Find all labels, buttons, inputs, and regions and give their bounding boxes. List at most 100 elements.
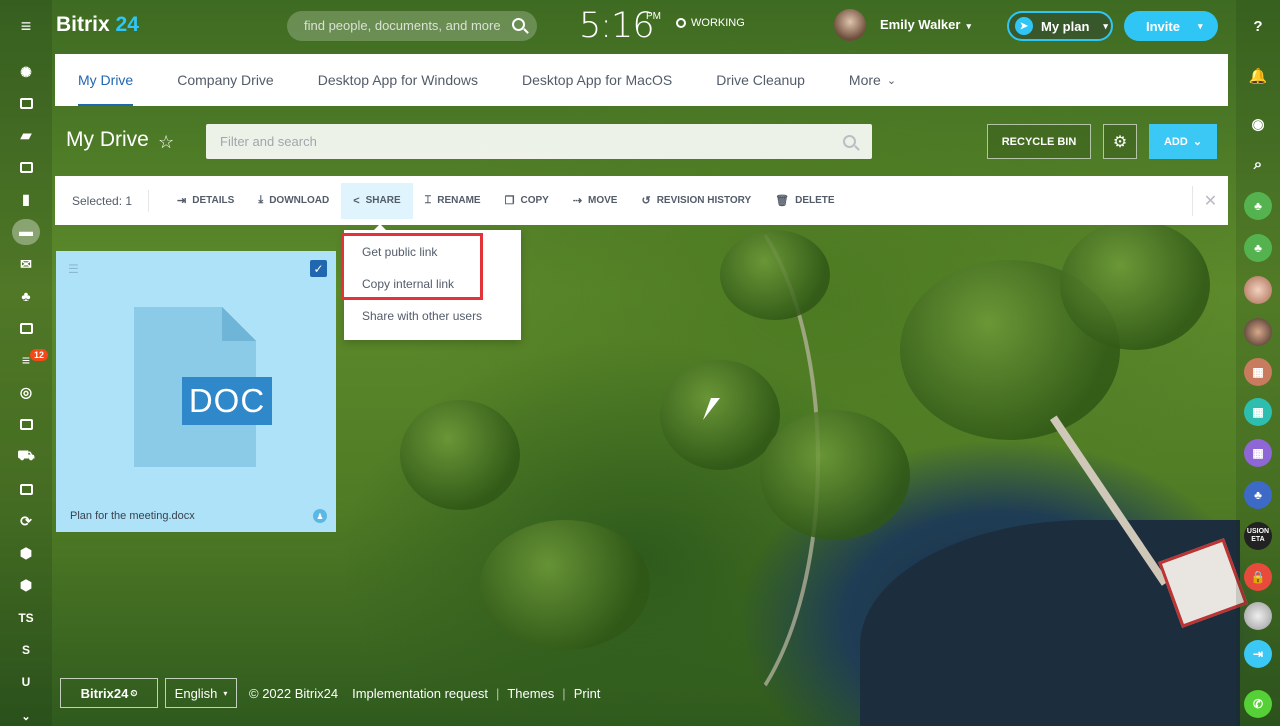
details-icon: ⇥ — [177, 195, 187, 207]
sync-icon[interactable]: ⟳ — [14, 509, 38, 533]
bitrix-logo[interactable]: Bitrix 24 — [56, 13, 139, 37]
file-tile[interactable]: ☰ ✓ DOC Plan for the meeting.docx ♟ — [56, 251, 336, 532]
bell-icon[interactable]: 🔔 — [1244, 62, 1272, 90]
user-avatar[interactable] — [834, 9, 866, 41]
search-icon[interactable] — [512, 18, 525, 31]
filter-search-input[interactable]: Filter and search — [206, 124, 872, 159]
rename-button[interactable]: ⌶ RENAME — [413, 183, 493, 219]
tasks-icon[interactable] — [14, 91, 38, 115]
phone-icon[interactable]: ✆ — [1244, 690, 1272, 718]
search-icon[interactable] — [843, 135, 856, 148]
notification-badge: 12 — [30, 349, 49, 361]
menu-item-share-with-users[interactable]: Share with other users — [344, 300, 521, 332]
feed-icon[interactable]: ✺ — [14, 60, 38, 84]
selected-count: Selected: 1 — [72, 189, 150, 212]
footer-separator: | — [562, 685, 566, 701]
star-icon[interactable]: ☆ — [158, 132, 174, 153]
status-dot-icon — [676, 18, 686, 28]
my-plan-button[interactable]: ➤ My plan ▾ — [1007, 11, 1113, 41]
groups-icon[interactable]: ♣ — [14, 284, 38, 308]
language-select[interactable]: English ▾ — [165, 678, 237, 708]
group-chat-icon[interactable]: ♣ — [1244, 234, 1272, 262]
recycle-bin-button[interactable]: RECYCLE BIN — [987, 124, 1091, 159]
rail-item-u[interactable]: U — [14, 670, 38, 694]
search-icon[interactable]: ⌕ — [1244, 150, 1272, 178]
calendar-chat-icon[interactable]: ▦ — [1244, 398, 1272, 426]
chat-icon[interactable]: ▰ — [14, 123, 38, 147]
invite-button[interactable]: Invite ▾ — [1124, 11, 1218, 41]
package-icon[interactable]: ⬢ — [14, 573, 38, 597]
download-button[interactable]: ⤓ DOWNLOAD — [246, 183, 341, 219]
move-icon: ⇢ — [572, 195, 583, 207]
details-button[interactable]: ⇥ DETAILS — [165, 183, 246, 219]
global-search-input[interactable]: find people, documents, and more — [287, 11, 537, 41]
footer-separator: | — [495, 685, 500, 701]
drive-tabs: My Drive Company Drive Desktop App for W… — [55, 54, 1228, 106]
selection-action-bar: Selected: 1 ⇥ DETAILS ⤓ DOWNLOAD < SHARE ⌶ R… — [55, 176, 1228, 225]
target-icon[interactable]: ◎ — [14, 380, 38, 404]
chevron-down-icon[interactable]: ⌄ — [14, 704, 38, 726]
contact-avatar[interactable] — [1244, 318, 1272, 346]
tab-drive-cleanup[interactable]: Drive Cleanup — [716, 54, 805, 106]
add-button[interactable]: ADD ⌄ — [1149, 124, 1217, 159]
menu-icon[interactable]: ≡ — [14, 14, 38, 38]
group-chat-icon[interactable]: ♣ — [1244, 192, 1272, 220]
help-icon[interactable]: ? — [1244, 12, 1272, 40]
tile-menu-icon[interactable]: ☰ — [68, 262, 79, 276]
selected-checkbox[interactable]: ✓ — [310, 260, 327, 277]
right-sidebar: ? 🔔 ◉ ⌕ ♣ ♣ ▦ ▦ ▦ ♣ USION ETA 🔒 ⇥ ✆ — [1236, 0, 1280, 726]
page-title: My Drive — [66, 128, 149, 151]
delete-button[interactable]: 🗑 DELETE — [763, 183, 846, 219]
work-status[interactable]: WORKING — [676, 17, 745, 29]
top-header: Bitrix 24 find people, documents, and mo… — [52, 0, 1228, 52]
calendar-icon[interactable] — [14, 155, 38, 179]
open-lines-icon[interactable]: ◉ — [1244, 110, 1272, 138]
download-icon: ⤓ — [258, 194, 264, 206]
tab-company-drive[interactable]: Company Drive — [177, 54, 273, 106]
share-button[interactable]: < SHARE — [341, 182, 413, 219]
drive-icon[interactable]: ▬ — [14, 219, 38, 243]
share-icon: < — [353, 194, 360, 207]
rename-icon: ⌶ — [424, 194, 432, 206]
calendar-chat-icon[interactable]: ▦ — [1244, 358, 1272, 386]
footer-logo[interactable]: Bitrix24 ⏲ — [60, 678, 158, 708]
window-icon[interactable] — [14, 412, 38, 436]
revision-history-button[interactable]: ↺ REVISION HISTORY — [629, 183, 763, 219]
clock-time: 5:16 — [579, 6, 655, 46]
group-chat-icon[interactable]: ♣ — [1244, 481, 1272, 509]
left-sidebar: ≡ ✺ ▰ ▮ ▬ ✉ ♣ ≡ 12 ◎ ⛟ ⟳ ⬢ ⬢ TS S U ⌄ — [0, 0, 52, 726]
document-fold — [222, 307, 256, 341]
tab-more[interactable]: More ⌄ — [849, 54, 896, 106]
copy-button[interactable]: ❐ COPY — [493, 183, 561, 219]
rail-item-s[interactable]: S — [14, 638, 38, 662]
tab-desktop-windows[interactable]: Desktop App for Windows — [318, 54, 478, 106]
print-link[interactable]: Print — [574, 686, 601, 701]
document-icon[interactable]: ▮ — [14, 187, 38, 211]
themes-link[interactable]: Themes — [507, 686, 554, 701]
checklist-icon[interactable] — [14, 316, 38, 340]
calendar-chat-icon[interactable]: ▦ — [1244, 439, 1272, 467]
rocket-icon: ➤ — [1015, 17, 1033, 35]
tag-avatar[interactable]: USION ETA — [1244, 522, 1272, 550]
contact-avatar[interactable] — [1244, 602, 1272, 630]
box-icon[interactable]: ⬢ — [14, 541, 38, 565]
lock-icon[interactable]: 🔒 — [1244, 563, 1272, 591]
move-button[interactable]: ⇢ MOVE — [561, 183, 630, 219]
mail-icon[interactable]: ✉ — [14, 252, 38, 276]
highlight-annotation-box — [341, 233, 483, 300]
copyright-text: © 2022 Bitrix24 — [249, 685, 339, 701]
file-name[interactable]: Plan for the meeting.docx — [70, 510, 195, 522]
tab-my-drive[interactable]: My Drive — [78, 54, 134, 106]
gear-icon[interactable]: ⚙ — [1103, 124, 1137, 159]
file-type-label: DOC — [182, 377, 272, 425]
exit-icon[interactable]: ⇥ — [1244, 640, 1272, 668]
tab-desktop-macos[interactable]: Desktop App for MacOS — [522, 54, 672, 106]
contact-card-icon[interactable] — [14, 477, 38, 501]
rail-item-ts[interactable]: TS — [14, 606, 38, 630]
clock-ampm: PM — [646, 11, 661, 22]
close-icon[interactable]: ✕ — [1192, 186, 1228, 216]
user-menu[interactable]: Emily Walker ▾ — [880, 17, 971, 32]
contact-avatar[interactable] — [1244, 276, 1272, 304]
cart-icon[interactable]: ⛟ — [14, 444, 38, 468]
implementation-request-link[interactable]: Implementation request — [352, 686, 488, 701]
